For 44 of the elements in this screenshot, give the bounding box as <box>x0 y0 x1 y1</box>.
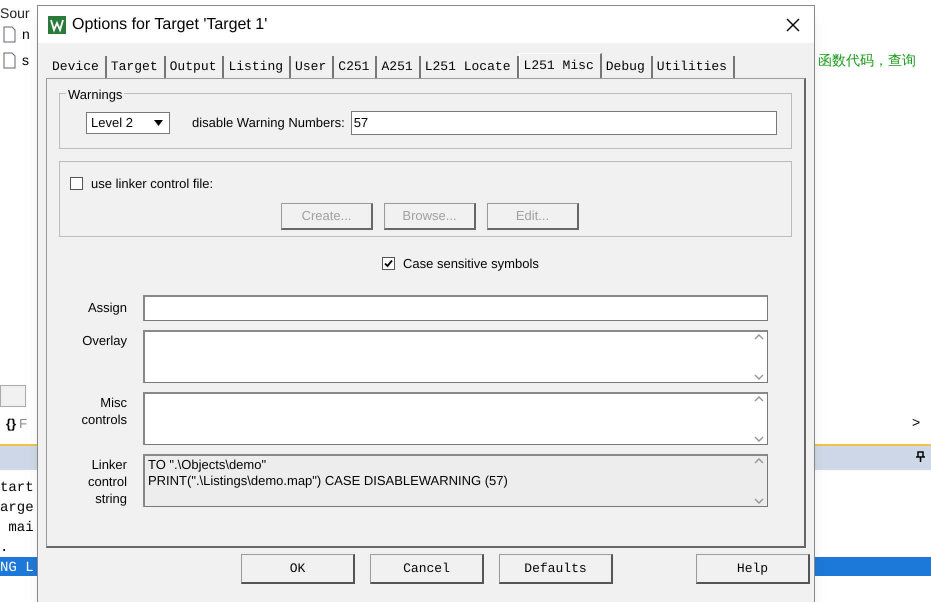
field-label: Assign <box>86 298 127 316</box>
chinese-comment: 函数代码，查询 <box>818 51 916 70</box>
highlighted-code-line: NG L <box>0 559 34 578</box>
checkbox-label: Case sensitive symbols <box>403 255 539 273</box>
code-line: mai <box>7 519 34 538</box>
code-line: arge <box>0 499 34 518</box>
tab[interactable]: L251 Misc <box>518 53 602 78</box>
dialog-button[interactable]: Help <box>696 554 810 584</box>
window-title: Options for Target 'Target 1' <box>72 14 268 34</box>
code-line: . <box>0 539 8 558</box>
explorer-header: Sour <box>0 4 30 23</box>
close-icon[interactable] <box>786 18 800 32</box>
file-icon <box>3 26 16 43</box>
dropdown-value: Level 2 <box>90 114 134 132</box>
linker-control-text-area[interactable]: TO ".\Objects\demo" PRINT(".\Listings\demo.map") CASE DISABLEWARNING (57) <box>143 454 768 506</box>
text-field[interactable] <box>143 392 768 444</box>
braces-icon: {} <box>6 414 16 434</box>
dropdown-arrow-icon[interactable] <box>154 120 163 126</box>
panel-box <box>0 385 26 407</box>
text-line: PRINT(".\Listings\demo.map") CASE DISABLEWARNING (57) <box>148 472 509 488</box>
dialog-button[interactable]: Cancel <box>370 554 484 584</box>
field-label: Linker control string <box>86 456 127 506</box>
text-field[interactable] <box>143 330 768 382</box>
pin-icon[interactable] <box>916 451 925 462</box>
text-line: TO ".\Objects\demo" <box>148 456 268 472</box>
checkbox-label: use linker control file: <box>91 175 214 193</box>
scroll-right-arrow[interactable]: > <box>912 412 920 433</box>
field-label: disable Warning Numbers: <box>192 114 345 132</box>
text-field[interactable] <box>143 294 768 320</box>
file-name[interactable]: n <box>22 24 30 45</box>
field-label: Overlay <box>81 332 127 348</box>
field-label: Misc controls <box>80 394 127 428</box>
dialog-button[interactable]: OK <box>241 554 355 584</box>
file-name[interactable]: s <box>22 50 29 71</box>
level-dropdown[interactable]: Level 2 <box>86 112 170 134</box>
code-line: tart <box>0 479 34 498</box>
warning-numbers-input[interactable]: 57 <box>350 111 777 135</box>
checkbox[interactable] <box>70 177 83 190</box>
dialog-button[interactable]: Defaults <box>499 554 613 584</box>
check-icon <box>384 259 393 268</box>
file-icon <box>3 52 16 69</box>
checkbox[interactable] <box>382 257 395 270</box>
panel-tab[interactable]: F <box>19 414 28 434</box>
app-icon <box>48 16 66 34</box>
